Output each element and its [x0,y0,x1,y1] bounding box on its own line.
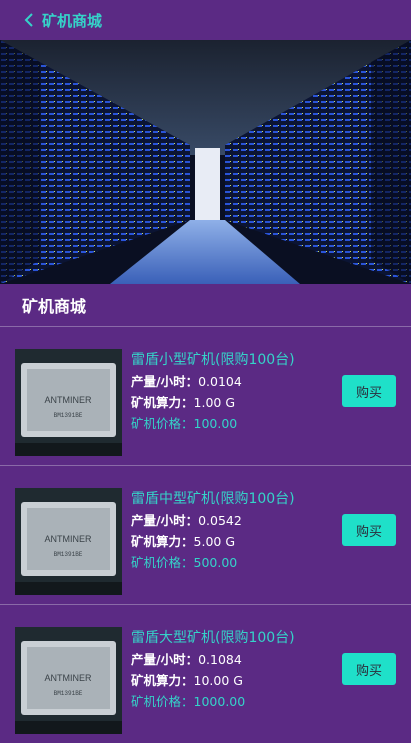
output-label: 产量/小时： [131,652,199,667]
buy-button[interactable]: 购买 [342,375,396,407]
output-value: 0.0104 [198,374,242,389]
product-item: ANTMINER BM1391BE 雷盾小型矿机(限购100台) 产量/小时：0… [0,327,411,466]
product-name[interactable]: 雷盾中型矿机(限购100台) [131,488,331,510]
chip-brand-text: ANTMINER [45,673,93,683]
price-value: 100.00 [193,416,238,431]
power-label: 矿机算力： [131,534,194,549]
price-value: 1000.00 [193,694,246,709]
output-value: 0.0542 [198,513,242,528]
product-item: ANTMINER BM1391BE 雷盾大型矿机(限购100台) 产量/小时：0… [0,605,411,743]
price-label: 矿机价格： [131,555,194,570]
output-value: 0.1084 [198,652,242,667]
page-title: 矿机商城 [42,11,103,30]
miner-chip-image: ANTMINER BM1391BE [15,349,122,456]
chip-brand-text: ANTMINER [45,395,93,405]
miner-chip-image: ANTMINER BM1391BE [15,488,122,595]
chip-brand-text: ANTMINER [45,534,93,544]
product-item: ANTMINER BM1391BE 雷盾中型矿机(限购100台) 产量/小时：0… [0,466,411,605]
price-value: 500.00 [193,555,238,570]
buy-button[interactable]: 购买 [342,653,396,685]
buy-button[interactable]: 购买 [342,514,396,546]
power-value: 5.00 G [193,534,236,549]
price-label: 矿机价格： [131,694,194,709]
chip-model-text: BM1391BE [54,690,83,697]
power-value: 10.00 G [193,673,243,688]
power-label: 矿机算力： [131,673,194,688]
power-label: 矿机算力： [131,395,194,410]
price-label: 矿机价格： [131,416,194,431]
power-value: 1.00 G [193,395,236,410]
section-title: 矿机商城 [0,284,411,327]
chip-model-text: BM1391BE [54,551,83,558]
product-name[interactable]: 雷盾大型矿机(限购100台) [131,627,331,649]
output-label: 产量/小时： [131,374,199,389]
datacenter-banner-image [0,40,411,284]
top-bar: 矿机商城 [0,0,411,40]
output-label: 产量/小时： [131,513,199,528]
product-name[interactable]: 雷盾小型矿机(限购100台) [131,349,331,371]
miner-chip-image: ANTMINER BM1391BE [15,627,122,734]
chevron-left-icon[interactable] [24,11,38,29]
chip-model-text: BM1391BE [54,412,83,419]
